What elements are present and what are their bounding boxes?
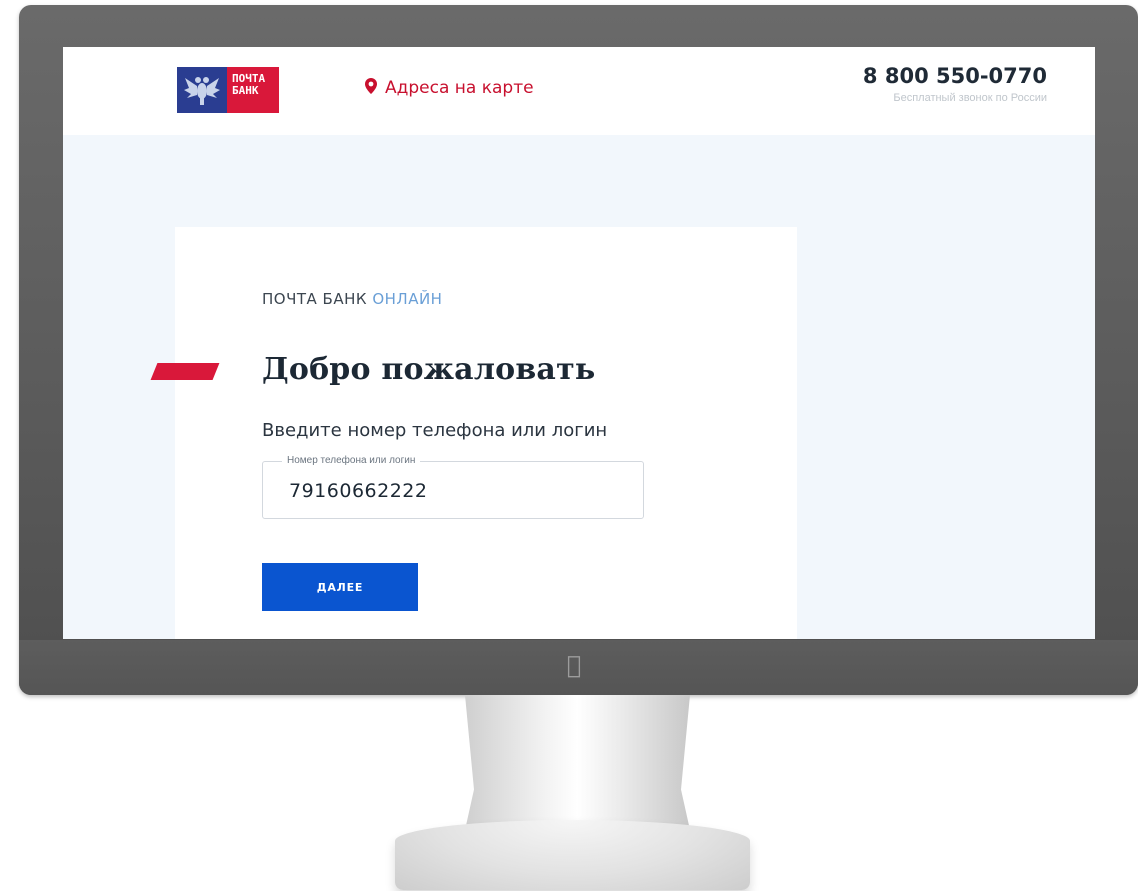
- brand-accent: ОНЛАЙН: [372, 290, 443, 308]
- phone-note: Бесплатный звонок по России: [893, 92, 1047, 104]
- browser-screen: ПОЧТА БАНК Адреса на карте 8 800 550-077…: [63, 47, 1095, 639]
- apple-logo-icon: : [563, 652, 585, 678]
- field-label: Номер телефона или логин: [282, 455, 421, 466]
- site-header: ПОЧТА БАНК Адреса на карте 8 800 550-077…: [63, 47, 1095, 135]
- page-title: Добро пожаловать: [262, 352, 596, 387]
- location-pin-icon: [365, 77, 377, 99]
- monitor-stand-base: [395, 820, 750, 890]
- phone-number[interactable]: 8 800 550-0770: [863, 64, 1047, 88]
- brand-line: ПОЧТА БАНК ОНЛАЙН: [262, 290, 442, 308]
- login-prompt: Введите номер телефона или логин: [262, 420, 608, 441]
- double-headed-eagle-icon: [177, 67, 227, 113]
- map-link-label: Адреса на карте: [385, 78, 534, 98]
- logo-text: ПОЧТА БАНК: [227, 67, 279, 113]
- phone-login-input[interactable]: 79160662222: [289, 480, 427, 502]
- red-stripe-decoration: [150, 363, 220, 380]
- hotline-block: 8 800 550-0770 Бесплатный звонок по Росс…: [863, 64, 1047, 104]
- next-button[interactable]: ДАЛЕЕ: [262, 563, 418, 611]
- map-addresses-link[interactable]: Адреса на карте: [365, 76, 534, 100]
- brand-main: ПОЧТА БАНК: [262, 290, 368, 308]
- bank-logo[interactable]: ПОЧТА БАНК: [177, 67, 279, 113]
- monitor-stand-neck: [465, 695, 690, 830]
- phone-login-field[interactable]: Номер телефона или логин 79160662222: [262, 455, 644, 519]
